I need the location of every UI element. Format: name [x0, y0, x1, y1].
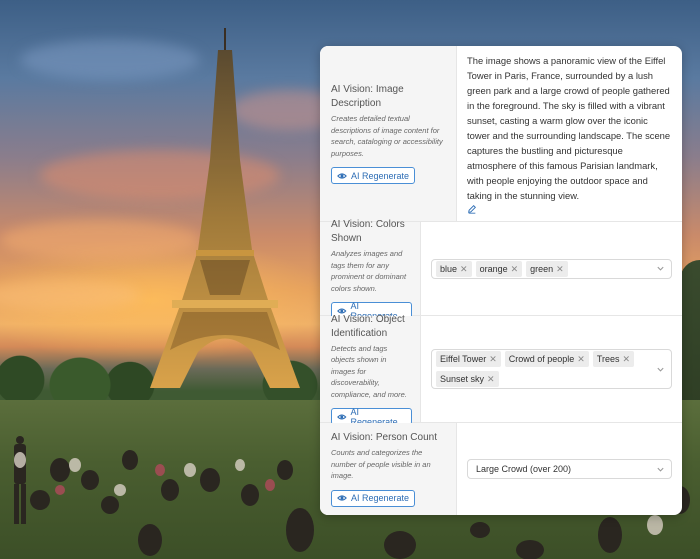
field-row-person-count: AI Vision: Person Count Counts and categ… [320, 423, 682, 515]
ai-metadata-panel: AI Vision: Image Description Creates det… [320, 46, 682, 515]
tag-chip: green ✕ [526, 260, 568, 277]
field-row-colors-shown: AI Vision: Colors Shown Analyzes images … [320, 219, 682, 321]
chevron-down-icon[interactable] [656, 465, 665, 474]
ai-eye-icon [337, 172, 347, 179]
remove-tag-icon[interactable]: ✕ [487, 372, 495, 386]
tag-label: green [530, 263, 554, 274]
image-description-text[interactable]: The image shows a panoramic view of the … [467, 53, 672, 204]
tag-label: Sunset sky [440, 374, 485, 384]
tag-chip: Trees ✕ [592, 351, 635, 367]
field-description: Detects and tags objects shown in images… [331, 343, 407, 399]
tag-label: Crowd of people [508, 354, 575, 364]
remove-tag-icon[interactable]: ✕ [511, 262, 519, 276]
pencil-edit-icon[interactable] [467, 204, 477, 215]
field-title: AI Vision: Object Identification [331, 313, 405, 339]
ai-eye-icon [337, 495, 347, 501]
field-title: AI Vision: Colors Shown [331, 219, 405, 244]
tag-label: orange [479, 263, 508, 274]
tag-label: Eiffel Tower [440, 354, 487, 364]
person-count-select[interactable]: Large Crowd (over 200) [467, 459, 672, 479]
remove-tag-icon[interactable]: ✕ [489, 352, 497, 366]
tag-label: blue [440, 263, 458, 274]
field-row-image-description: AI Vision: Image Description Creates det… [320, 46, 682, 222]
remove-tag-icon[interactable]: ✕ [577, 352, 585, 366]
field-title: AI Vision: Image Description [331, 84, 404, 109]
ai-regenerate-button[interactable]: AI Regenerate [331, 167, 416, 184]
remove-tag-icon[interactable]: ✕ [623, 352, 631, 366]
colors-multiselect[interactable]: blue ✕ orange ✕ green ✕ [431, 258, 672, 279]
tag-chip: blue ✕ [436, 260, 472, 277]
remove-tag-icon[interactable]: ✕ [460, 262, 468, 276]
selected-value: Large Crowd (over 200) [476, 464, 572, 474]
field-value-cell: Large Crowd (over 200) [457, 423, 682, 515]
tag-chip: Eiffel Tower ✕ [436, 351, 501, 367]
field-description: Creates detailed textual descriptions of… [331, 114, 443, 158]
field-label-cell: AI Vision: Colors Shown Analyzes images … [320, 219, 421, 321]
field-value-cell: The image shows a panoramic view of the … [457, 46, 682, 221]
tag-chip: Sunset sky ✕ [436, 371, 499, 387]
field-label-cell: AI Vision: Object Identification Detects… [320, 313, 421, 427]
field-value-cell: blue ✕ orange ✕ green ✕ [421, 222, 682, 315]
field-description: Analyzes images and tags them for any pr… [331, 249, 407, 293]
ai-regenerate-label: AI Regenerate [351, 170, 410, 181]
tag-chip: orange ✕ [475, 260, 523, 277]
field-row-object-identification: AI Vision: Object Identification Detects… [320, 313, 682, 427]
chevron-down-icon[interactable] [656, 365, 665, 374]
field-title: AI Vision: Person Count [331, 432, 437, 444]
chevron-down-icon[interactable] [656, 264, 665, 273]
field-label-cell: AI Vision: Image Description Creates det… [320, 46, 457, 221]
tag-chip: Crowd of people ✕ [504, 351, 589, 367]
objects-multiselect[interactable]: Eiffel Tower ✕ Crowd of people ✕ Trees ✕ Su… [431, 349, 672, 389]
tag-label: Trees [596, 354, 620, 364]
ai-regenerate-button[interactable]: AI Regenerate [331, 489, 416, 507]
ai-eye-icon [337, 414, 347, 420]
field-value-cell: Eiffel Tower ✕ Crowd of people ✕ Trees ✕ Su… [421, 316, 682, 422]
remove-tag-icon[interactable]: ✕ [556, 262, 564, 276]
field-label-cell: AI Vision: Person Count Counts and categ… [320, 423, 457, 515]
field-description: Counts and categorizes the number of peo… [331, 448, 431, 481]
ai-regenerate-label: AI Regenerate [351, 493, 410, 504]
